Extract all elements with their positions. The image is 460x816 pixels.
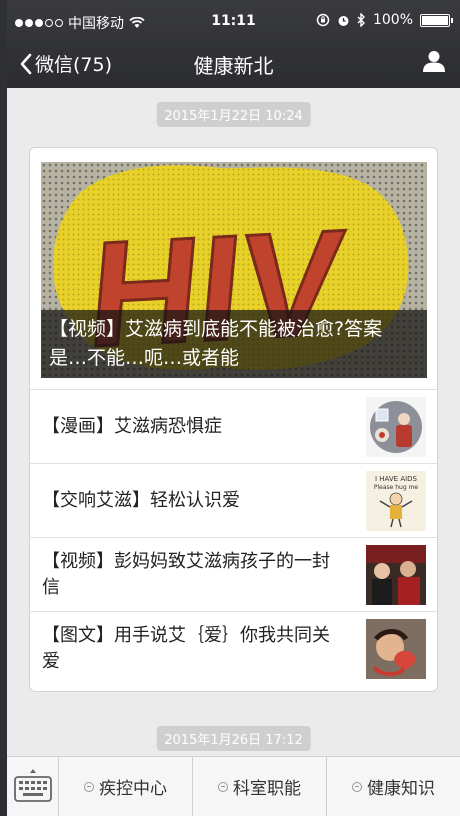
status-right: 100% bbox=[316, 12, 453, 28]
menu-item-label: 健康知识 bbox=[367, 779, 435, 799]
menu-item-label: 科室职能 bbox=[233, 779, 301, 799]
status-bar: 中国移动 11:11 100% bbox=[7, 0, 460, 42]
cover-title: 【视频】艾滋病到底能不能被治愈?答案是…不能…呃…或者能 bbox=[41, 310, 427, 378]
article-title: 【交响艾滋】轻松认识爱 bbox=[42, 489, 240, 511]
page-title: 健康新北 bbox=[193, 54, 274, 78]
profile-button[interactable] bbox=[422, 49, 446, 77]
rotation-lock-icon bbox=[316, 13, 330, 27]
battery-fill bbox=[422, 15, 448, 25]
keyboard-icon bbox=[14, 769, 52, 802]
battery-percent: 100% bbox=[372, 12, 413, 28]
timestamp-badge: 2015年1月22日 10:24 bbox=[156, 102, 311, 127]
thumb-text-line-2: Please hug me bbox=[374, 484, 419, 491]
message-list[interactable]: 2015年1月22日 10:24 HIV 【视频】艾滋病到底能不能被治愈?答案是… bbox=[7, 88, 460, 756]
menu-item-department-functions[interactable]: 科室职能 bbox=[193, 757, 327, 816]
alarm-icon bbox=[338, 15, 349, 26]
article-title: 【漫画】艾滋病恐惧症 bbox=[42, 415, 222, 437]
bottom-menu-bar: 疾控中心 科室职能 健康知识 bbox=[7, 756, 460, 816]
menu-dot-icon bbox=[218, 781, 228, 792]
menu-dot-icon bbox=[84, 781, 94, 792]
menu-item-disease-control[interactable]: 疾控中心 bbox=[59, 757, 193, 816]
thumb-text-line-1: I HAVE AIDS bbox=[375, 475, 418, 483]
top-bar: 中国移动 11:11 100% 微信(75) 健康新北 bbox=[7, 0, 460, 88]
article-title: 【图文】用手说艾｛爱｝你我共同关爱 bbox=[42, 624, 330, 672]
menu-item-health-knowledge[interactable]: 健康知识 bbox=[327, 757, 460, 816]
article-card: HIV 【视频】艾滋病到底能不能被治愈?答案是…不能…呃…或者能 【漫画】艾滋病… bbox=[29, 147, 438, 692]
article-thumbnail bbox=[366, 545, 426, 605]
cover-article[interactable]: HIV 【视频】艾滋病到底能不能被治愈?答案是…不能…呃…或者能 bbox=[41, 162, 427, 378]
article-item-2[interactable]: 【交响艾滋】轻松认识爱 I HAVE AIDS Please hug me bbox=[30, 463, 437, 537]
article-item-3[interactable]: 【视频】彭妈妈致艾滋病孩子的一封信 bbox=[30, 537, 437, 611]
article-title: 【视频】彭妈妈致艾滋病孩子的一封信 bbox=[42, 550, 330, 598]
keyboard-toggle-button[interactable] bbox=[7, 757, 59, 816]
article-item-1[interactable]: 【漫画】艾滋病恐惧症 bbox=[30, 389, 437, 463]
menu-item-label: 疾控中心 bbox=[99, 779, 167, 799]
article-thumbnail bbox=[366, 619, 426, 679]
person-icon bbox=[423, 51, 445, 72]
app-frame: 中国移动 11:11 100% 微信(75) 健康新北 2015年1月22日 1… bbox=[7, 0, 460, 816]
nav-bar: 微信(75) 健康新北 bbox=[7, 42, 460, 88]
timestamp-badge: 2015年1月26日 17:12 bbox=[156, 726, 311, 751]
bluetooth-icon bbox=[357, 13, 365, 27]
battery-icon bbox=[420, 13, 453, 27]
menu-dot-icon bbox=[352, 781, 362, 792]
article-thumbnail bbox=[366, 397, 426, 457]
article-thumbnail: I HAVE AIDS Please hug me bbox=[366, 471, 426, 531]
article-item-4[interactable]: 【图文】用手说艾｛爱｝你我共同关爱 bbox=[30, 611, 437, 685]
